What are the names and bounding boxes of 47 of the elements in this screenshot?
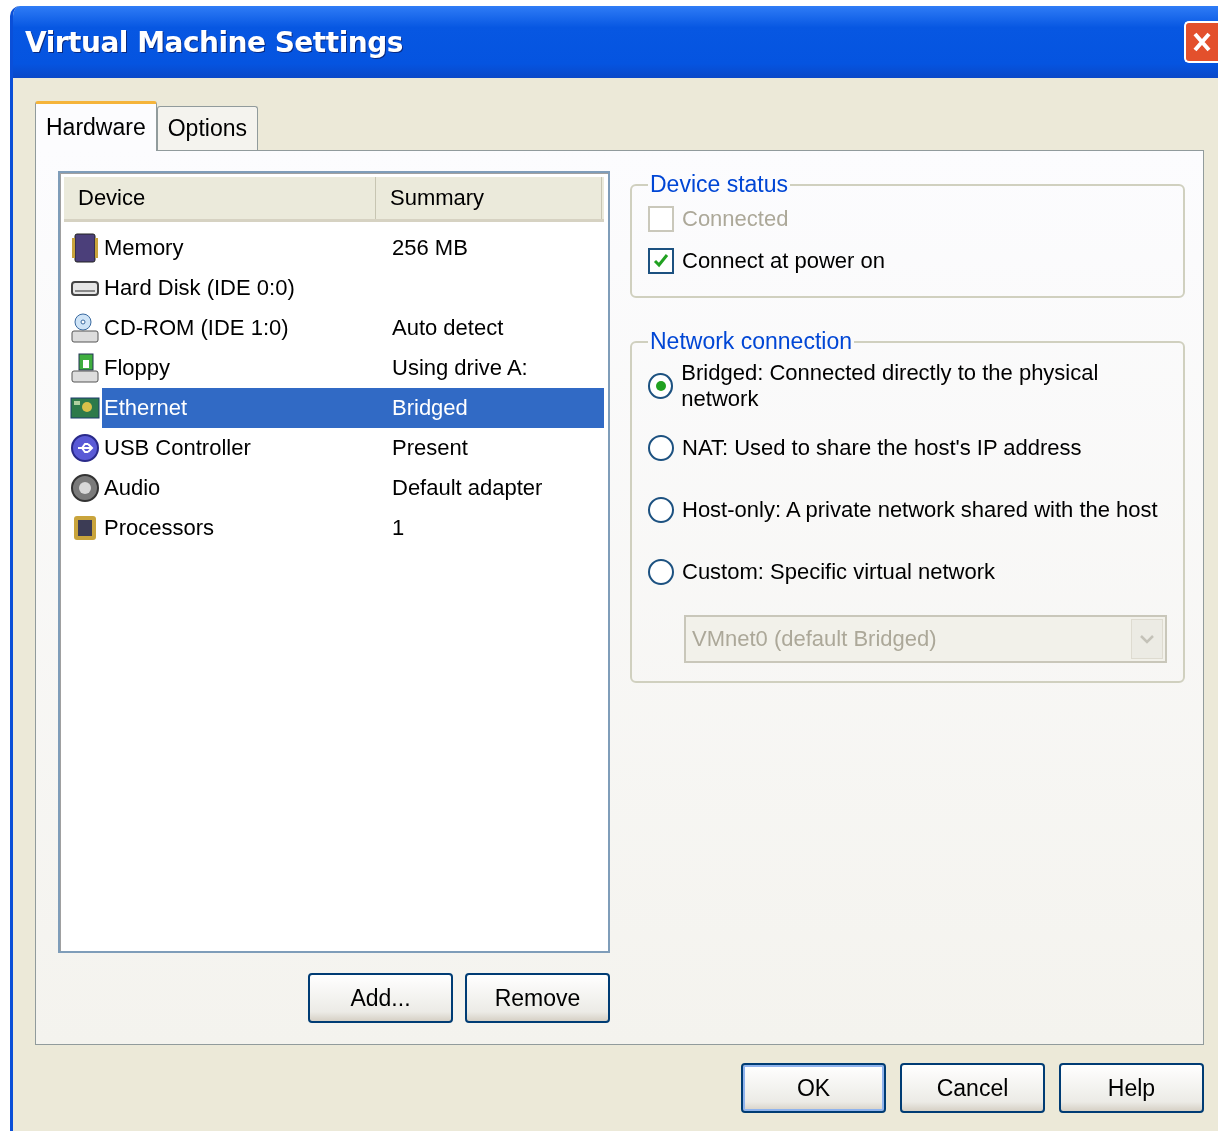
- device-summary: Auto detect: [391, 314, 505, 342]
- ok-button[interactable]: OK: [741, 1063, 886, 1113]
- usb-icon: [70, 432, 100, 464]
- device-summary: Present: [391, 434, 469, 462]
- device-name[interactable]: Floppy: [102, 348, 376, 388]
- device-summary: Bridged: [376, 388, 604, 428]
- device-summary: 256 MB: [391, 234, 469, 262]
- device-name[interactable]: Hard Disk (IDE 0:0): [102, 268, 376, 308]
- tab[interactable]: Hardware: [35, 101, 157, 151]
- device-name[interactable]: Audio: [102, 468, 376, 508]
- radio-button[interactable]: [648, 435, 674, 461]
- device-name[interactable]: Ethernet: [102, 388, 376, 428]
- cancel-button[interactable]: Cancel: [900, 1063, 1045, 1113]
- device-name[interactable]: Memory: [102, 228, 376, 268]
- device-summary: Using drive A:: [391, 354, 529, 382]
- check-icon: [653, 253, 669, 269]
- checkbox-label: Connected: [682, 206, 789, 232]
- radio-label: Bridged: Connected directly to the physical network: [681, 360, 1100, 412]
- group-title: Device status: [649, 171, 790, 198]
- checkbox[interactable]: [648, 248, 674, 274]
- group-title: Network connection: [649, 328, 853, 355]
- help-button[interactable]: Help: [1059, 1063, 1204, 1113]
- radio-button[interactable]: [648, 559, 674, 585]
- add-button[interactable]: Add...: [308, 973, 453, 1023]
- device-name[interactable]: Processors: [102, 508, 376, 548]
- window-title: Virtual Machine Settings: [25, 25, 403, 59]
- tab[interactable]: Options: [156, 106, 258, 150]
- cd-drive-icon: [70, 312, 100, 344]
- remove-button[interactable]: Remove: [465, 973, 610, 1023]
- radio-button[interactable]: [648, 373, 674, 399]
- chip-icon: [70, 232, 100, 264]
- speaker-icon: [70, 472, 100, 504]
- column-header[interactable]: Device: [64, 177, 376, 219]
- device-summary: 1: [391, 514, 406, 542]
- device-summary: Default adapter: [391, 474, 544, 502]
- radio-label: NAT: Used to share the host's IP address: [682, 435, 1082, 461]
- close-button[interactable]: [1184, 21, 1218, 63]
- column-header[interactable]: Summary: [376, 177, 602, 219]
- checkbox-label: Connect at power on: [682, 248, 886, 274]
- device-name[interactable]: CD-ROM (IDE 1:0): [102, 308, 376, 348]
- device-name[interactable]: USB Controller: [102, 428, 376, 468]
- chevron-down-icon: [1139, 634, 1155, 644]
- radio-label: Custom: Specific virtual network: [682, 559, 995, 585]
- close-icon: [1192, 31, 1212, 53]
- floppy-drive-icon: [70, 352, 100, 384]
- radio-button[interactable]: [648, 497, 674, 523]
- radio-label: Host-only: A private network shared with the host: [682, 497, 1158, 523]
